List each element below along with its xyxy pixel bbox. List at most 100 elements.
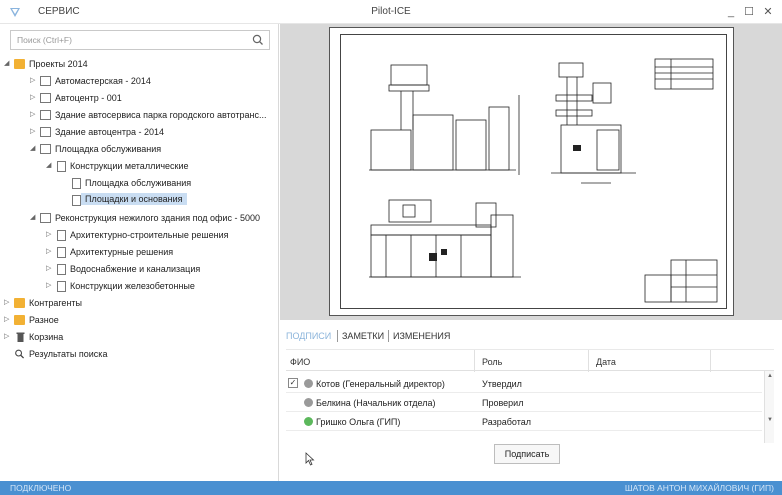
tree-item-folder[interactable]: ▷ Водоснабжение и канализация	[0, 261, 279, 278]
tree-item-label: Архитектурные решения	[70, 247, 174, 257]
expand-arrow-icon[interactable]: ◢	[4, 60, 12, 68]
search-icon[interactable]	[251, 33, 265, 47]
expand-arrow-icon[interactable]: ▷	[46, 265, 54, 273]
drawing-sheet[interactable]	[329, 27, 734, 316]
folder-icon	[14, 59, 25, 69]
project-icon	[40, 127, 51, 137]
search-input[interactable]: Поиск (Ctrl+F)	[10, 30, 270, 50]
expand-arrow-icon[interactable]: ▷	[30, 128, 38, 136]
document-icon	[57, 247, 66, 258]
project-icon	[40, 213, 51, 223]
expand-arrow-icon[interactable]: ▷	[4, 299, 12, 307]
current-user[interactable]: ШАТОВ АНТОН МИХАЙЛОВИЧ (ГИП)	[625, 483, 774, 493]
signatures-table: ФИО Роль Дата ✓ Котов (Генеральный дирек…	[286, 349, 774, 443]
document-viewer[interactable]	[280, 24, 782, 320]
window-title: Pilot-ICE	[371, 6, 411, 17]
technical-drawing-image	[369, 58, 718, 303]
expand-arrow-icon[interactable]: ▷	[30, 77, 38, 85]
collapse-arrow-icon[interactable]: ◢	[30, 145, 38, 153]
tree-item-label: Площадка обслуживания	[85, 178, 192, 188]
expand-arrow-icon[interactable]: ▷	[4, 333, 12, 341]
row-checkbox[interactable]: ✓	[288, 378, 298, 388]
collapse-arrow-icon[interactable]: ◢	[46, 162, 54, 170]
maximize-button[interactable]: ☐	[741, 4, 757, 20]
status-bar: ПОДКЛЮЧЕНО ШАТОВ АНТОН МИХАЙЛОВИЧ (ГИП)	[0, 481, 782, 495]
sign-button[interactable]: Подписать	[494, 444, 560, 464]
tab-notes[interactable]: ЗАМЕТКИ	[342, 331, 384, 341]
tree-item-document[interactable]: Площадка обслуживания	[0, 175, 279, 192]
table-row[interactable]: Гришко Ольга (ГИП) Разработал	[286, 412, 762, 431]
project-icon	[40, 93, 51, 103]
column-divider	[710, 350, 711, 372]
document-icon	[57, 230, 66, 241]
signature-status-icon	[304, 379, 313, 388]
tree-item-label: Архитектурно-строительные решения	[70, 230, 229, 240]
expand-arrow-icon[interactable]: ▷	[46, 231, 54, 239]
expand-arrow-icon[interactable]: ▷	[30, 94, 38, 102]
signature-status-icon	[304, 417, 313, 426]
tree-item-label: Здание автоцентра - 2014	[55, 127, 164, 137]
tree-item-label: Здание автосервиса парка городского авто…	[55, 110, 267, 120]
tree-item-folder[interactable]: ◢ Конструкции металлические	[0, 158, 279, 175]
tree-item-project[interactable]: ▷ Здание автосервиса парка городского ав…	[0, 107, 279, 124]
drawing-frame	[340, 34, 727, 309]
tree-item-project[interactable]: ▷ Автомастерская - 2014	[0, 73, 279, 90]
collapse-arrow-icon[interactable]: ◢	[30, 214, 38, 222]
expand-arrow-icon[interactable]: ▷	[46, 248, 54, 256]
tree-item-projects-2014[interactable]: ◢ Проекты 2014	[0, 56, 279, 73]
signer-name: Котов (Генеральный директор)	[316, 379, 445, 389]
folder-icon	[14, 315, 25, 325]
column-divider	[588, 350, 589, 372]
title-bar: СЕРВИС Pilot-ICE _ ☐ ✕	[0, 0, 782, 24]
project-icon	[40, 110, 51, 120]
column-header-role[interactable]: Роль	[482, 357, 502, 367]
table-row[interactable]: Белкина (Начальник отдела) Проверил	[286, 393, 762, 412]
tab-divider	[388, 330, 389, 342]
connection-status: ПОДКЛЮЧЕНО	[10, 483, 72, 493]
signer-role: Разработал	[482, 417, 531, 427]
tree-item-label: Реконструкция нежилого здания под офис -…	[55, 213, 260, 223]
tree-item-folder[interactable]: ▷ Конструкции железобетонные	[0, 278, 279, 295]
search-results-icon	[15, 349, 25, 359]
tree-item-folder[interactable]: ▷ Архитектурные решения	[0, 244, 279, 261]
column-header-date[interactable]: Дата	[596, 357, 616, 367]
close-button[interactable]: ✕	[760, 4, 776, 20]
table-row[interactable]: ✓ Котов (Генеральный директор) Утвердил	[286, 374, 762, 393]
expand-arrow-icon[interactable]: ▷	[30, 111, 38, 119]
tree-item-project[interactable]: ◢ Площадка обслуживания	[0, 141, 279, 158]
document-icon	[72, 178, 81, 189]
search-placeholder: Поиск (Ctrl+F)	[17, 35, 72, 45]
tree-item-project[interactable]: ◢ Реконструкция нежилого здания под офис…	[0, 210, 279, 227]
expand-arrow-icon[interactable]: ▷	[46, 282, 54, 290]
folder-icon	[14, 298, 25, 308]
tree-item-label: Водоснабжение и канализация	[70, 264, 201, 274]
document-icon	[57, 161, 66, 172]
tab-changes[interactable]: ИЗМЕНЕНИЯ	[393, 331, 450, 341]
signature-status-icon	[304, 398, 313, 407]
tree-item-search-results[interactable]: Результаты поиска	[0, 346, 279, 363]
mouse-cursor-icon	[305, 452, 315, 466]
tree-item-trash[interactable]: ▷ Корзина	[0, 329, 279, 346]
column-header-name[interactable]: ФИО	[290, 357, 310, 367]
minimize-button[interactable]: _	[723, 4, 739, 20]
tree-item-folder[interactable]: ▷ Архитектурно-строительные решения	[0, 227, 279, 244]
tree-item-misc[interactable]: ▷ Разное	[0, 312, 279, 329]
scroll-down-icon[interactable]: ▼	[765, 415, 775, 425]
tree-item-project[interactable]: ▷ Автоцентр - 001	[0, 90, 279, 107]
tree-item-label: Площадка обслуживания	[55, 144, 162, 154]
signer-role: Утвердил	[482, 379, 522, 389]
project-icon	[40, 76, 51, 86]
tree-item-document-selected[interactable]: Площадки и основания	[0, 192, 279, 209]
tree-item-label: Корзина	[29, 332, 64, 342]
table-header: ФИО Роль Дата	[286, 349, 774, 372]
scroll-up-icon[interactable]: ▲	[765, 371, 775, 381]
signer-name: Белкина (Начальник отдела)	[316, 398, 436, 408]
signer-role: Проверил	[482, 398, 524, 408]
expand-arrow-icon[interactable]: ▷	[4, 316, 12, 324]
document-icon	[72, 195, 81, 206]
table-scrollbar[interactable]: ▲ ▼	[764, 371, 774, 443]
project-icon	[40, 144, 51, 154]
tree-item-contractors[interactable]: ▷ Контрагенты	[0, 295, 279, 312]
tab-signatures[interactable]: ПОДПИСИ	[286, 331, 331, 341]
tree-item-project[interactable]: ▷ Здание автоцентра - 2014	[0, 124, 279, 141]
